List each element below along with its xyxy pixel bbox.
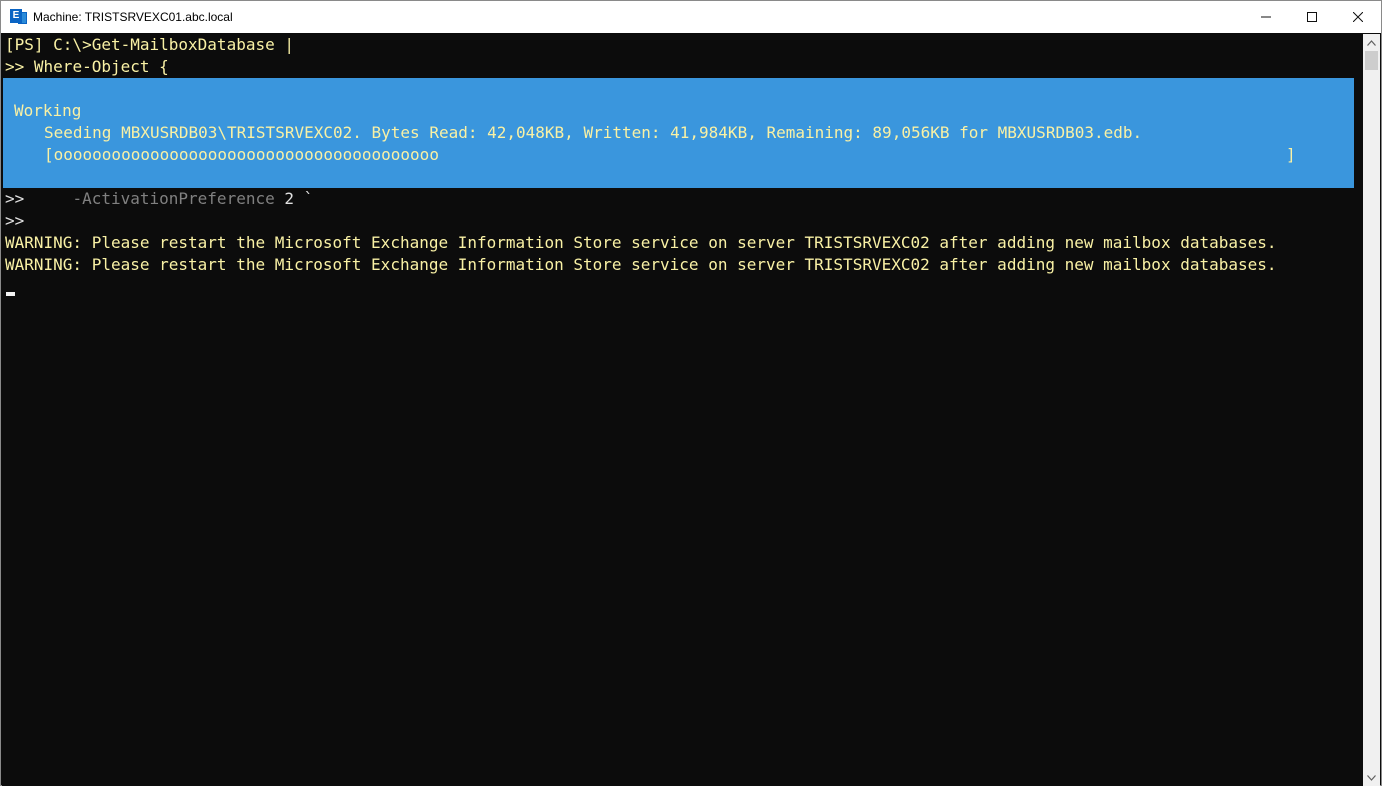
chevron-up-icon	[1367, 39, 1376, 46]
scroll-up-button[interactable]	[1363, 34, 1380, 51]
vertical-scrollbar[interactable]	[1363, 34, 1380, 786]
progress-panel: Working Seeding MBXUSRDB03\TRISTSRVEXC02…	[3, 78, 1354, 188]
progress-bar-end: ]	[1286, 145, 1296, 164]
continuation-line: >> -ActivationPreference 2 `	[5, 188, 313, 210]
scroll-down-button[interactable]	[1363, 769, 1380, 786]
continuation-line: >>	[5, 211, 25, 230]
prompt-line: [PS] C:\>Get-MailboxDatabase |	[5, 34, 294, 56]
progress-bar-fill: [ooooooooooooooooooooooooooooooooooooooo…	[44, 145, 439, 164]
parameter-value: 2 `	[274, 189, 314, 208]
parameter-name: -ActivationPreference	[72, 189, 275, 208]
window-title: Machine: TRISTSRVEXC01.abc.local	[33, 10, 233, 24]
continuation-prefix: >>	[5, 189, 73, 208]
progress-status: Seeding MBXUSRDB03\TRISTSRVEXC02. Bytes …	[44, 123, 1143, 142]
scrollbar-thumb[interactable]	[1365, 51, 1378, 70]
exchange-icon: E	[10, 9, 28, 25]
close-button[interactable]	[1335, 1, 1381, 33]
continuation-prefix: >>	[5, 57, 34, 76]
title-bar[interactable]: E Machine: TRISTSRVEXC01.abc.local	[1, 1, 1381, 33]
maximize-icon	[1307, 12, 1317, 22]
powershell-window: E Machine: TRISTSRVEXC01.abc.local [PS] …	[0, 0, 1382, 786]
minimize-button[interactable]	[1243, 1, 1289, 33]
progress-activity: Working	[14, 101, 82, 120]
prompt-command: Get-MailboxDatabase |	[91, 35, 294, 54]
close-icon	[1353, 12, 1363, 22]
prompt-prefix: [PS] C:\>	[5, 35, 92, 54]
continuation-line: >> Where-Object {	[5, 56, 169, 78]
continuation-text: Where-Object {	[33, 57, 169, 76]
warning-line: WARNING: Please restart the Microsoft Ex…	[5, 233, 1277, 252]
minimize-icon	[1261, 16, 1271, 18]
chevron-down-icon	[1367, 774, 1376, 781]
console-output[interactable]: [PS] C:\>Get-MailboxDatabase | >> Where-…	[2, 34, 1363, 786]
text-cursor	[6, 292, 15, 296]
warning-line: WARNING: Please restart the Microsoft Ex…	[5, 255, 1277, 274]
maximize-button[interactable]	[1289, 1, 1335, 33]
